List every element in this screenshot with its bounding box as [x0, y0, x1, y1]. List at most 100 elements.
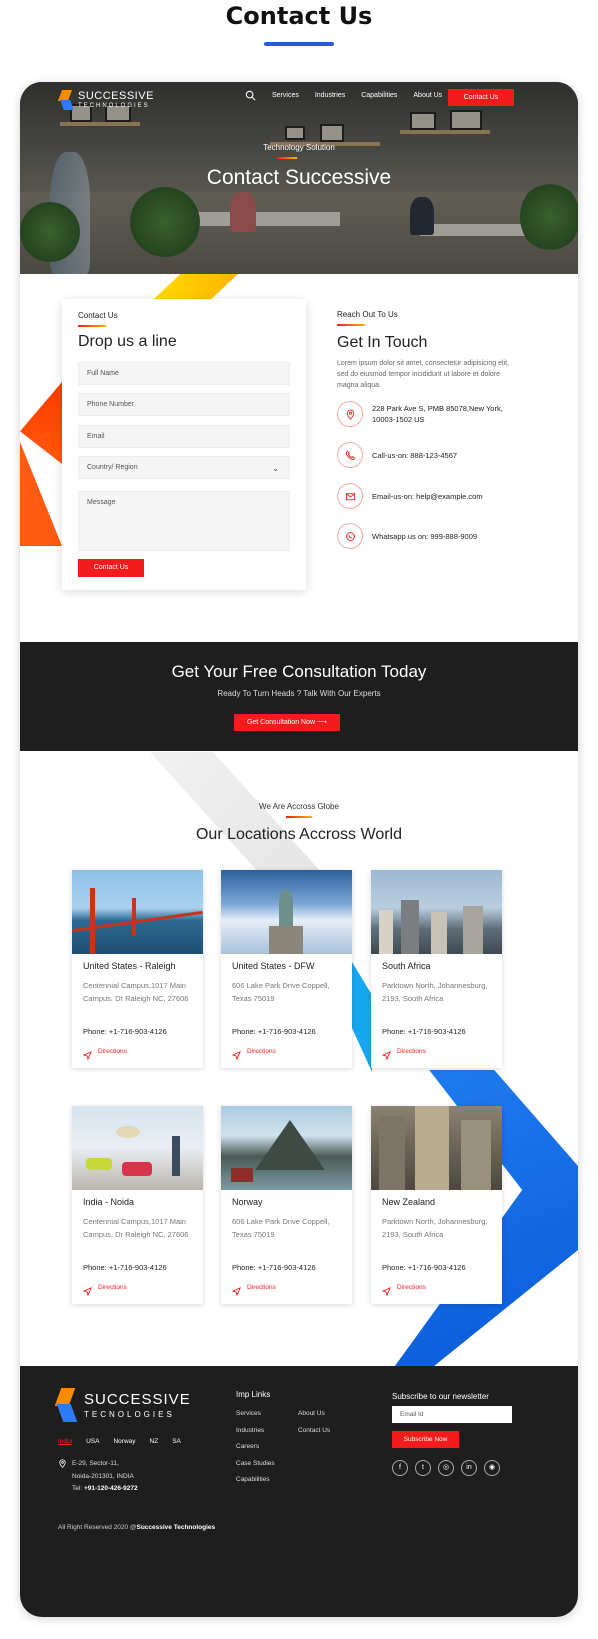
location-pin-icon	[59, 1459, 66, 1468]
footer-address-line2: Noida-201301, INDIA	[72, 1472, 134, 1480]
address-row: 228 Park Ave S, PMB 85078,New York, 1000…	[337, 401, 520, 427]
locations-title: Our Locations Accross World	[195, 826, 402, 843]
directions-link[interactable]: Directions	[83, 1284, 127, 1296]
location-image	[221, 870, 352, 954]
directions-label: Directions	[397, 1284, 426, 1291]
location-address: 606 Lake Park Drive Coppell, Texas 75019	[232, 1217, 330, 1239]
location-phone: Phone: +1-716-903-4126	[382, 1027, 466, 1036]
directions-link[interactable]: Directions	[232, 1048, 276, 1060]
country-tab-sa[interactable]: SA	[172, 1438, 181, 1445]
search-icon[interactable]	[245, 90, 256, 101]
consultation-banner: Get Your Free Consultation Today Ready T…	[20, 642, 578, 751]
newsletter-email-input[interactable]: Email Id	[392, 1406, 512, 1423]
country-tab-norway[interactable]: Norway	[113, 1438, 135, 1445]
heading-underline	[264, 42, 334, 46]
location-address: Centennial Campus,1017 Main Campus, Dr R…	[83, 981, 189, 1003]
hero-eyebrow: Technology Solution	[263, 143, 335, 152]
footer-logo[interactable]: SUCCESSIVE TECNOLOGIES	[54, 1388, 191, 1422]
email-text: Email-us-on: help@example.com	[372, 491, 483, 501]
subscribe-button[interactable]: Subscribe Now	[392, 1431, 459, 1448]
footer-link-services[interactable]: Services	[236, 1406, 275, 1423]
directions-link[interactable]: Directions	[382, 1048, 426, 1060]
call-row[interactable]: Call-us-on: 888-123-4567	[337, 442, 520, 468]
facebook-icon[interactable]: f	[392, 1460, 408, 1476]
whatsapp-icon	[345, 531, 355, 541]
directions-link[interactable]: Directions	[232, 1284, 276, 1296]
instagram-icon[interactable]: ◎	[438, 1460, 454, 1476]
footer-tel-value[interactable]: +91-120-426-9272	[84, 1485, 138, 1492]
location-name: New Zealand	[382, 1197, 436, 1207]
footer-link-contact-us[interactable]: Contact Us	[298, 1423, 330, 1440]
form-title: Drop us a line	[78, 333, 177, 350]
email-row[interactable]: Email-us-on: help@example.com	[337, 483, 520, 509]
header-contact-button[interactable]: Contact Us	[448, 89, 514, 106]
location-card: South Africa Parktown North, Johannesbur…	[371, 870, 502, 1068]
location-pin-icon	[346, 408, 354, 420]
country-tab-india[interactable]: India	[58, 1438, 72, 1445]
location-phone: Phone: +1-716-903-4126	[83, 1263, 167, 1272]
get-consultation-button[interactable]: Get Consultation Now ⟶	[234, 714, 340, 731]
imp-links-col2: About Us Contact Us	[298, 1406, 330, 1439]
location-image	[72, 870, 203, 954]
locations-eyebrow: We Are Accross Globe	[259, 802, 339, 811]
footer-link-capabilities[interactable]: Capabilities	[236, 1472, 275, 1489]
location-phone: Phone: +1-716-903-4126	[83, 1027, 167, 1036]
linkedin-icon[interactable]: in	[461, 1460, 477, 1476]
directions-label: Directions	[98, 1284, 127, 1291]
get-consultation-label: Get Consultation Now	[246, 719, 316, 726]
logo-mark-icon	[57, 90, 74, 110]
country-tab-nz[interactable]: NZ	[150, 1438, 159, 1445]
nav-services[interactable]: Services	[272, 92, 299, 99]
location-name: Norway	[232, 1197, 263, 1207]
country-select-value: Country/ Region	[87, 464, 138, 471]
footer-link-industries[interactable]: Industries	[236, 1423, 275, 1440]
website-mockup: SUCCESSIVE TECHNOLOGIES Services Industr…	[20, 82, 578, 1617]
dribbble-icon[interactable]: ◉	[484, 1460, 500, 1476]
message-textarea[interactable]: Message	[78, 491, 290, 551]
country-tab-usa[interactable]: USA	[86, 1438, 99, 1445]
full-name-input[interactable]: Full Name	[78, 362, 290, 385]
location-address: Parktown North, Johannesburg, 2193, Sout…	[382, 981, 488, 1003]
directions-link[interactable]: Directions	[83, 1048, 127, 1060]
footer-link-careers[interactable]: Careers	[236, 1439, 275, 1456]
location-phone: Phone: +1-716-903-4126	[382, 1263, 466, 1272]
country-tabs: India USA Norway NZ SA	[58, 1438, 181, 1445]
location-image	[371, 870, 502, 954]
header-logo[interactable]: SUCCESSIVE TECHNOLOGIES	[57, 90, 154, 110]
country-select[interactable]: Country/ Region ⌄	[78, 456, 290, 479]
directions-link[interactable]: Directions	[382, 1284, 426, 1296]
location-card: United States - Raleigh Centennial Campu…	[72, 870, 203, 1068]
call-text: Call-us-on: 888-123-4567	[372, 450, 458, 460]
footer-link-about-us[interactable]: About Us	[298, 1406, 330, 1423]
nav-capabilities[interactable]: Capabilities	[361, 92, 397, 99]
location-image	[72, 1106, 203, 1190]
twitter-icon[interactable]: t	[415, 1460, 431, 1476]
banner-title: Get Your Free Consultation Today	[171, 662, 427, 681]
copyright: All Right Reserved 2020 @Successive Tech…	[58, 1524, 215, 1531]
footer-logo-name: SUCCESSIVE	[84, 1391, 191, 1408]
whatsapp-text: Whatsapp us on: 999-888-9009	[372, 531, 478, 541]
navigation-icon	[382, 1287, 391, 1296]
phone-number-input[interactable]: Phone Number	[78, 393, 290, 416]
navigation-icon	[83, 1287, 92, 1296]
address-text: 228 Park Ave S, PMB 85078,New York, 1000…	[372, 404, 503, 424]
info-eyebrow: Reach Out To Us	[337, 310, 398, 319]
info-description: Lorem ipsum dolor sit amet, consectetur …	[337, 360, 509, 389]
contact-form: Contact Us Drop us a line Full Name Phon…	[62, 299, 306, 590]
phone-icon	[345, 450, 355, 460]
mail-icon	[345, 492, 355, 500]
nav-about-us[interactable]: About Us	[413, 92, 442, 99]
location-phone: Phone: +1-716-903-4126	[232, 1027, 316, 1036]
imp-links-col1: Services Industries Careers Case Studies…	[236, 1406, 275, 1489]
location-name: United States - DFW	[232, 961, 315, 971]
location-address: Parktown North, Johannesburg, 2193, Sout…	[382, 1217, 488, 1239]
footer-link-case-studies[interactable]: Case Studies	[236, 1456, 275, 1473]
accent-bar	[286, 816, 312, 818]
contact-submit-button[interactable]: Contact Us	[78, 559, 144, 577]
email-input[interactable]: Email	[78, 425, 290, 448]
navigation-icon	[83, 1051, 92, 1060]
location-card: Norway 606 Lake Park Drive Coppell, Texa…	[221, 1106, 352, 1304]
whatsapp-row[interactable]: Whatsapp us on: 999-888-9009	[337, 523, 520, 549]
nav-industries[interactable]: Industries	[315, 92, 345, 99]
location-address: Centennial Campus,1017 Main Campus, Dr R…	[83, 1217, 189, 1239]
